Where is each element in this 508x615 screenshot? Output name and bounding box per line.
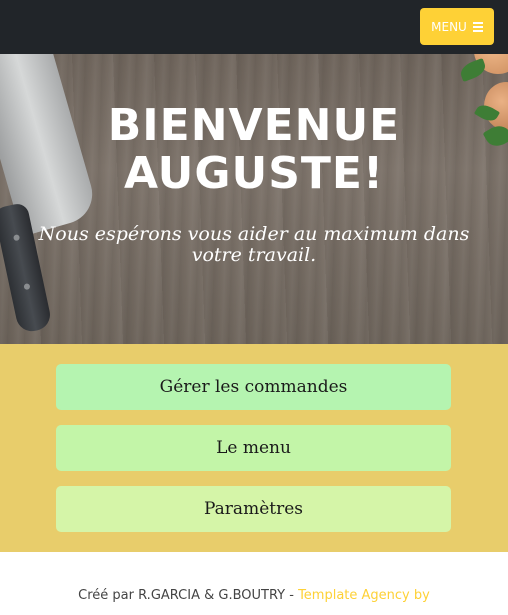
hero-title: BIENVENUE AUGUSTE! bbox=[0, 102, 508, 198]
menu-button[interactable]: MENU bbox=[420, 8, 494, 45]
footer-credit-text: Créé par R.GARCIA & G.BOUTRY - bbox=[78, 588, 299, 603]
menu-label: MENU bbox=[431, 19, 467, 34]
herb-leaf-image bbox=[458, 58, 488, 82]
footer: Créé par R.GARCIA & G.BOUTRY - Template … bbox=[0, 552, 508, 615]
top-navbar: MENU bbox=[0, 0, 508, 54]
template-agency-link[interactable]: Template Agency by bbox=[298, 588, 430, 603]
settings-button[interactable]: Paramètres bbox=[56, 486, 451, 532]
hero-subtitle: Nous espérons vous aider au maximum dans… bbox=[38, 223, 470, 266]
menu-link-button[interactable]: Le menu bbox=[56, 425, 451, 471]
hero-section: BIENVENUE AUGUSTE! Nous espérons vous ai… bbox=[0, 54, 508, 344]
bars-icon bbox=[472, 21, 483, 32]
hero-title-line2: AUGUSTE! bbox=[123, 148, 385, 199]
actions-section: Gérer les commandes Le menu Paramètres bbox=[0, 344, 508, 552]
hero-title-line1: BIENVENUE bbox=[107, 100, 401, 151]
manage-orders-button[interactable]: Gérer les commandes bbox=[56, 364, 451, 410]
footer-credit: Créé par R.GARCIA & G.BOUTRY - Template … bbox=[0, 588, 508, 603]
